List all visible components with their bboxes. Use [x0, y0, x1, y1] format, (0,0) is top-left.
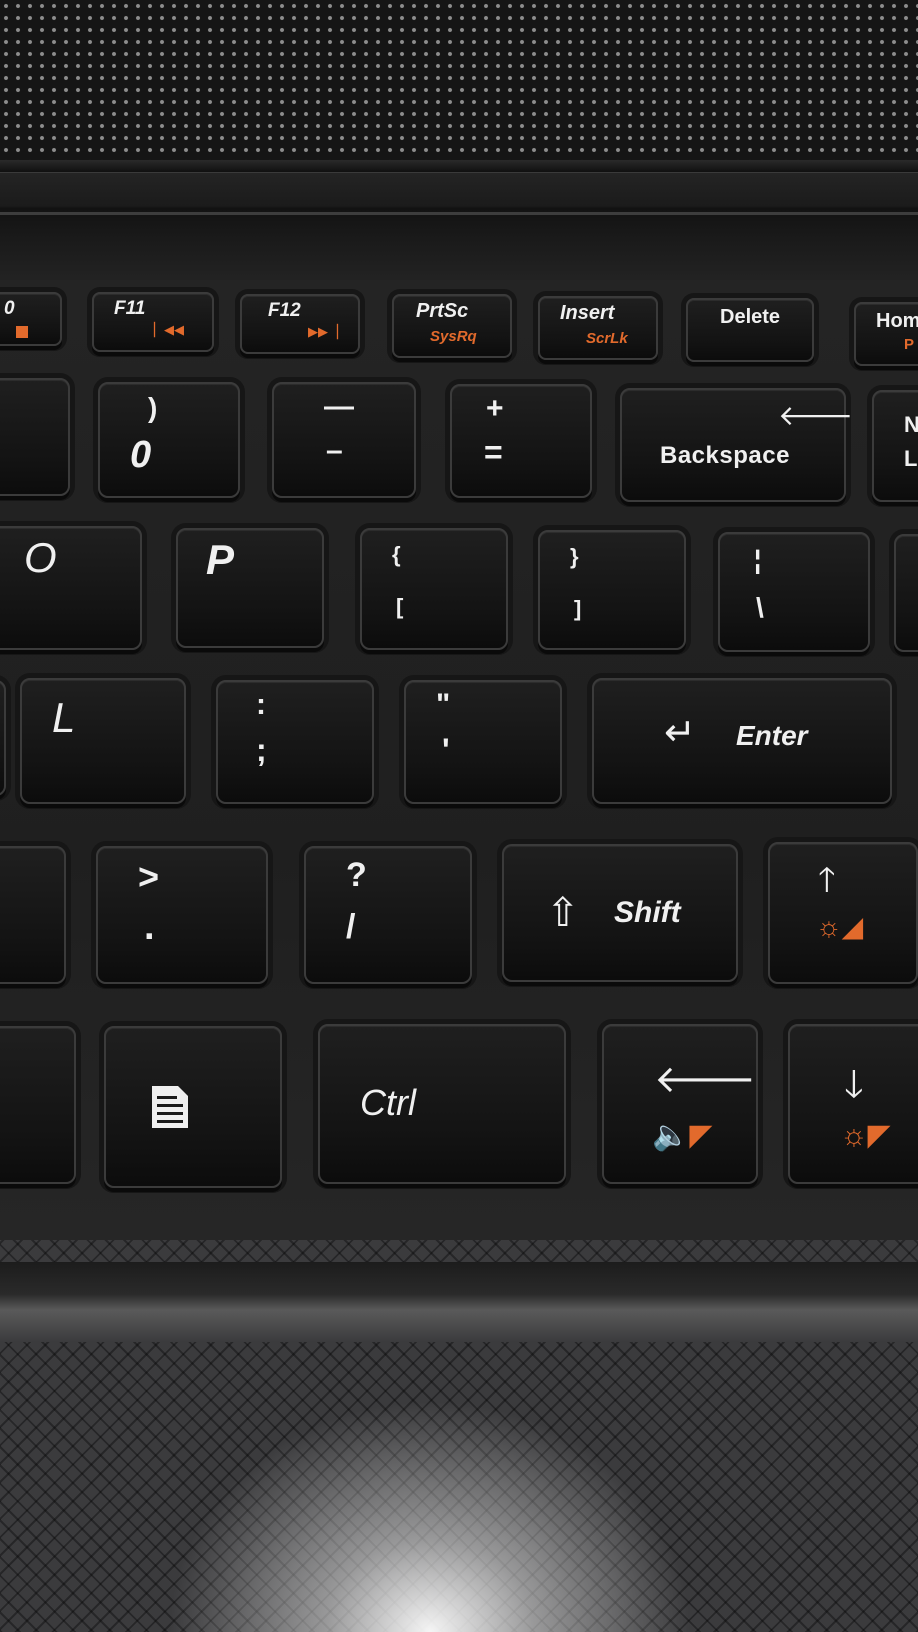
key-right-bracket[interactable]: } ] [538, 530, 686, 650]
key-home[interactable]: Hom P [854, 302, 918, 366]
key-scrlk-label: ScrLk [586, 330, 628, 347]
key-quote-shift-label: " [436, 688, 451, 721]
key-f11-label: F11 [114, 298, 146, 319]
key-left-bracket-shift-label: { [392, 542, 401, 567]
arrow-left-icon: 🡐 [654, 1059, 756, 1101]
enter-return-icon: ↵ [664, 712, 696, 754]
arrow-down-icon: 🡓 [844, 1064, 864, 1106]
key-p-label: P [206, 536, 235, 583]
key-delete[interactable]: Delete [686, 298, 814, 362]
key-enter-label: Enter [736, 720, 808, 751]
key-slash-shift-label: ? [346, 856, 367, 894]
key-fn-edge[interactable] [0, 1026, 76, 1184]
key-menu[interactable] [104, 1026, 282, 1188]
key-backslash-shift-label: ¦ [754, 544, 762, 574]
hinge-bar [0, 172, 918, 283]
key-l-label: L [52, 694, 76, 741]
key-home-label: Hom [876, 310, 918, 332]
key-minus-shift-label: — [324, 390, 354, 423]
key-l[interactable]: L [20, 678, 186, 804]
key-right-bracket-shift-label: } [570, 544, 579, 569]
key-prtsc-label: PrtSc [416, 300, 469, 322]
key-delete-label: Delete [720, 306, 781, 328]
key-prtsc[interactable]: PrtSc SysRq [392, 294, 512, 358]
key-f12[interactable]: F12 ▶▶▕ [240, 294, 360, 354]
next-track-icon: ▶▶▕ [308, 324, 338, 339]
key-semicolon-shift-label: : [256, 688, 266, 721]
key-0-label: 0 [130, 434, 152, 476]
key-minus-label: – [326, 434, 343, 467]
arrow-up-icon: 🡑 [818, 861, 836, 899]
key-backslash[interactable]: ¦ \ [718, 532, 870, 652]
key-num-lock[interactable]: N L [872, 390, 918, 502]
key-ctrl[interactable]: Ctrl [318, 1024, 566, 1184]
key-f10[interactable]: 0 [0, 292, 62, 346]
key-period-shift-label: > [138, 856, 160, 897]
key-num-lock-sub-label: L [904, 446, 918, 471]
stop-icon [16, 326, 28, 338]
key-right-bracket-label: ] [574, 596, 582, 621]
key-arrow-left[interactable]: 🡐 🔈◤ [602, 1024, 758, 1184]
key-slash-label: / [346, 908, 356, 946]
speaker-rim [0, 160, 918, 172]
key-period-label: . [144, 906, 155, 948]
key-equals-label: = [484, 434, 503, 470]
key-semicolon-label: ; [256, 732, 267, 768]
key-equals-shift-label: + [486, 392, 504, 425]
key-shift[interactable]: ⇧ Shift [502, 844, 738, 982]
brightness-down-icon: ☼◤ [840, 1119, 891, 1152]
key-pgup-label: P [904, 336, 915, 353]
key-o-label: O [24, 534, 57, 581]
arrow-left-icon: 🡐 [778, 400, 854, 431]
hinge-line [0, 212, 918, 215]
key-backspace[interactable]: 🡐 Backspace [620, 388, 853, 502]
key-quote[interactable]: " ' [404, 680, 562, 804]
key-shift-label: Shift [614, 896, 681, 929]
key-0[interactable]: ) 0 [98, 382, 240, 498]
key-f10-label: 0 [4, 298, 15, 319]
key-insert[interactable]: Insert ScrLk [538, 296, 658, 360]
brightness-up-icon: ☼◢ [816, 911, 864, 942]
key-insert-label: Insert [560, 302, 615, 324]
key-9[interactable] [0, 378, 70, 496]
key-f12-label: F12 [268, 300, 301, 321]
key-arrow-down[interactable]: 🡓 ☼◤ [788, 1024, 918, 1184]
key-enter[interactable]: ↵ Enter [592, 678, 892, 804]
key-m-edge[interactable] [0, 846, 66, 984]
key-backspace-label: Backspace [660, 442, 790, 469]
key-edge-right-top[interactable] [894, 534, 918, 652]
context-menu-icon [150, 1082, 190, 1132]
key-o[interactable]: O [0, 526, 142, 650]
key-arrow-up[interactable]: 🡑 ☼◢ [768, 842, 918, 984]
key-num-lock-label: N [904, 412, 918, 437]
key-semicolon[interactable]: : ; [216, 680, 374, 804]
shift-arrow-icon: ⇧ [546, 891, 580, 935]
key-sysrq-label: SysRq [430, 328, 477, 345]
key-0-shift-label: ) [148, 392, 158, 423]
key-slash[interactable]: ? / [304, 846, 472, 984]
key-f11[interactable]: F11 ▏◀◀ [92, 292, 214, 352]
palm-rest-light-reflection [0, 1240, 918, 1632]
previous-track-icon: ▏◀◀ [154, 322, 184, 337]
key-p[interactable]: P [176, 528, 324, 648]
key-equals[interactable]: + = [450, 384, 592, 498]
key-period[interactable]: > . [96, 846, 268, 984]
key-quote-label: ' [442, 732, 450, 768]
key-minus[interactable]: — – [272, 382, 416, 498]
key-backslash-label: \ [756, 592, 764, 623]
speaker-grille [0, 0, 918, 172]
key-k-edge[interactable] [0, 680, 6, 796]
key-left-bracket[interactable]: { [ [360, 528, 508, 650]
volume-down-icon: 🔈◤ [652, 1119, 713, 1152]
key-ctrl-label: Ctrl [360, 1082, 416, 1123]
key-left-bracket-label: [ [396, 594, 404, 619]
